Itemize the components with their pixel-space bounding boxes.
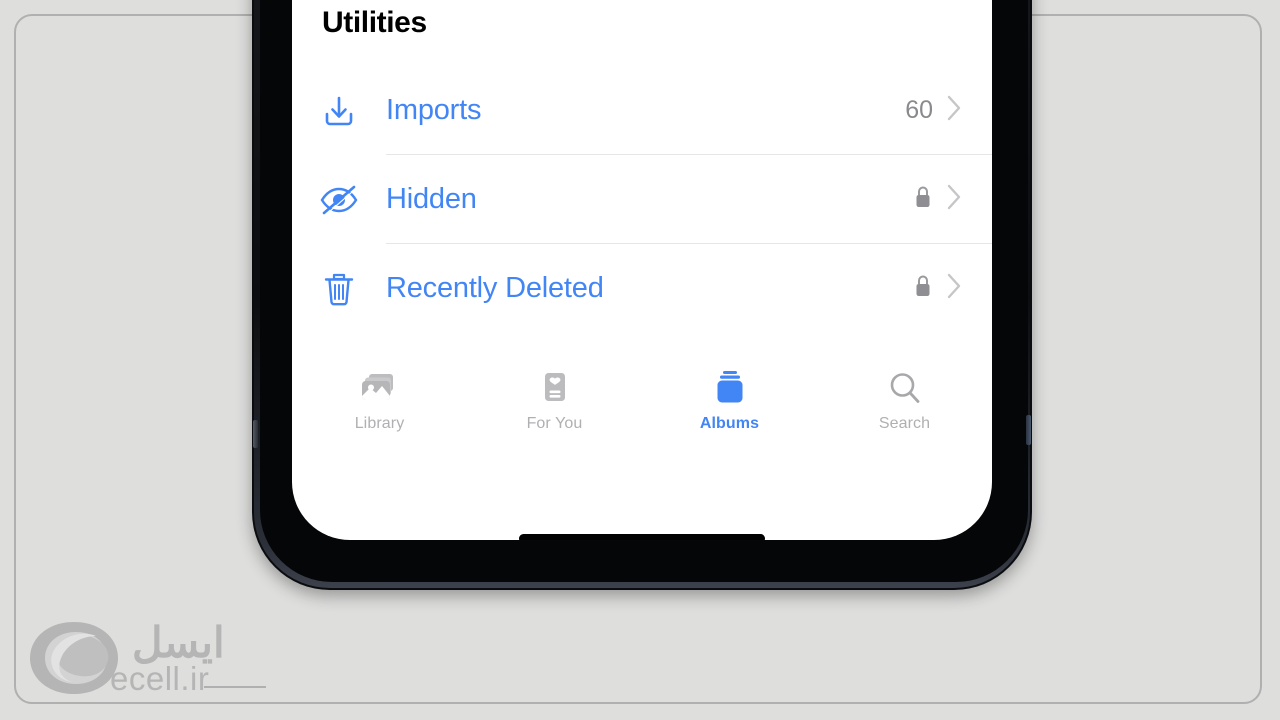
- import-tray-arrow-down-icon: [316, 88, 362, 134]
- list-item-accessory: 60: [905, 95, 962, 126]
- tab-bar: Library For You Albums Search: [292, 356, 992, 451]
- watermark-persian-text: ایسل: [132, 619, 225, 666]
- iphone-device: Utilities Imports 60 Hidden Recently Del…: [252, 0, 1032, 590]
- list-item-label: Hidden: [386, 183, 477, 215]
- list-item-recently-deleted[interactable]: Recently Deleted: [292, 244, 992, 333]
- tab-label: Library: [354, 415, 405, 432]
- chevron-right-icon: [947, 273, 962, 304]
- list-item-accessory: [913, 273, 962, 304]
- chevron-right-icon: [947, 184, 962, 215]
- utilities-list: Imports 60 Hidden Recently Deleted: [292, 66, 992, 333]
- list-item-hidden[interactable]: Hidden: [292, 155, 992, 244]
- screenshot-root: Utilities Imports 60 Hidden Recently Del…: [0, 0, 1280, 720]
- list-item-label: Imports: [386, 94, 482, 126]
- section-header-utilities: Utilities: [322, 6, 427, 39]
- watermark-latin-text: ecell.ir: [110, 660, 210, 697]
- tab-library[interactable]: Library: [292, 356, 467, 451]
- watermark-underline-rule: [204, 686, 266, 688]
- tab-label: For You: [526, 415, 583, 432]
- tab-label: Search: [878, 415, 931, 432]
- ecell-swirl-logo-icon: [30, 622, 118, 694]
- magnifier-icon: [887, 368, 923, 408]
- tab-label: Albums: [699, 415, 760, 432]
- albums-stack-icon: [712, 368, 748, 408]
- trash-icon: [316, 266, 362, 312]
- watermark: ایسل ecell.ir: [24, 616, 254, 702]
- home-indicator[interactable]: [519, 534, 765, 540]
- phone-screen: Utilities Imports 60 Hidden Recently Del…: [292, 0, 992, 540]
- memories-card-heart-icon: [538, 368, 572, 408]
- item-count: 60: [905, 96, 933, 124]
- photo-stack-icon: [361, 368, 399, 408]
- tab-search[interactable]: Search: [817, 356, 992, 451]
- lock-icon: [913, 184, 933, 215]
- device-side-button-left[interactable]: [253, 420, 258, 448]
- tab-for-you[interactable]: For You: [467, 356, 642, 451]
- tab-albums[interactable]: Albums: [642, 356, 817, 451]
- albums-screen-content: Utilities Imports 60 Hidden Recently Del…: [292, 0, 992, 540]
- list-item-imports[interactable]: Imports 60: [292, 66, 992, 155]
- device-side-button-right[interactable]: [1026, 415, 1031, 445]
- eye-slash-icon: [316, 177, 362, 223]
- lock-icon: [913, 273, 933, 304]
- list-item-accessory: [913, 184, 962, 215]
- list-item-label: Recently Deleted: [386, 272, 604, 304]
- chevron-right-icon: [947, 95, 962, 126]
